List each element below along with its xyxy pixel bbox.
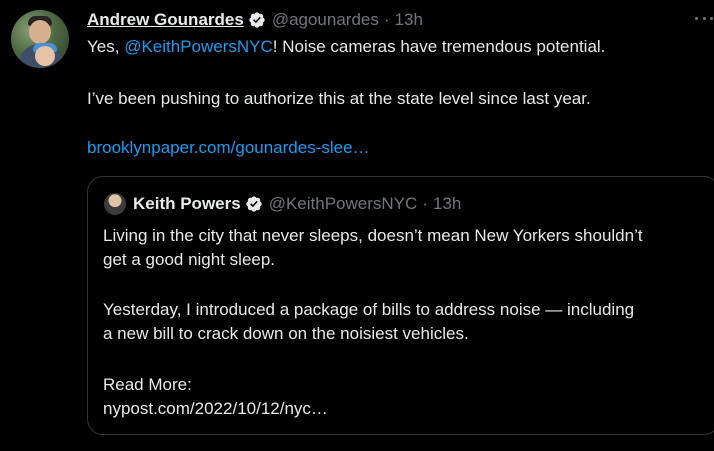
- quoted-tweet-header: Keith Powers @KeithPowersNYC · 13h: [133, 192, 461, 216]
- quoted-text-line-1: Living in the city that never sleeps, do…: [103, 226, 643, 245]
- separator-dot: ·: [383, 10, 390, 29]
- tweet-text-line-2: I’ve been pushing to authorize this at t…: [87, 89, 591, 108]
- quoted-author-avatar[interactable]: [104, 193, 126, 215]
- mention-link[interactable]: @KeithPowersNYC: [124, 37, 273, 56]
- tweet-text-line-1: Yes, @KeithPowersNYC! Noise cameras have…: [87, 35, 605, 59]
- separator-dot: ·: [422, 194, 428, 213]
- author-handle[interactable]: @agounardes: [272, 10, 379, 30]
- verified-badge-icon: [246, 196, 262, 212]
- tweet[interactable]: Andrew Gounardes @agounardes · 13h Yes, …: [0, 0, 714, 451]
- tweet-text-suffix: ! Noise cameras have tremendous potentia…: [272, 37, 606, 56]
- verified-badge-icon: [249, 12, 265, 28]
- tweet-text-prefix: Yes,: [87, 37, 125, 56]
- quoted-text-line-5: Read More:: [103, 375, 192, 394]
- quoted-text-line-4: a new bill to crack down on the noisiest…: [103, 324, 469, 343]
- more-options-icon[interactable]: [695, 10, 713, 26]
- quoted-author-handle[interactable]: @KeithPowersNYC: [269, 194, 418, 214]
- quoted-author-name[interactable]: Keith Powers: [133, 194, 241, 214]
- tweet-time[interactable]: 13h: [395, 10, 423, 30]
- quoted-tweet-time[interactable]: 13h: [433, 194, 461, 214]
- article-link[interactable]: brooklynpaper.com/gounardes-slee…: [87, 136, 370, 160]
- author-name[interactable]: Andrew Gounardes: [87, 10, 244, 30]
- quoted-text-line-3: Yesterday, I introduced a package of bil…: [103, 300, 635, 319]
- quoted-text-line-2: get a good night sleep.: [103, 250, 276, 269]
- quoted-tweet[interactable]: Keith Powers @KeithPowersNYC · 13h Livin…: [87, 176, 714, 435]
- quoted-text-line-6: nypost.com/2022/10/12/nyc…: [103, 399, 328, 418]
- author-avatar[interactable]: [11, 10, 69, 68]
- tweet-header: Andrew Gounardes @agounardes · 13h: [87, 9, 423, 31]
